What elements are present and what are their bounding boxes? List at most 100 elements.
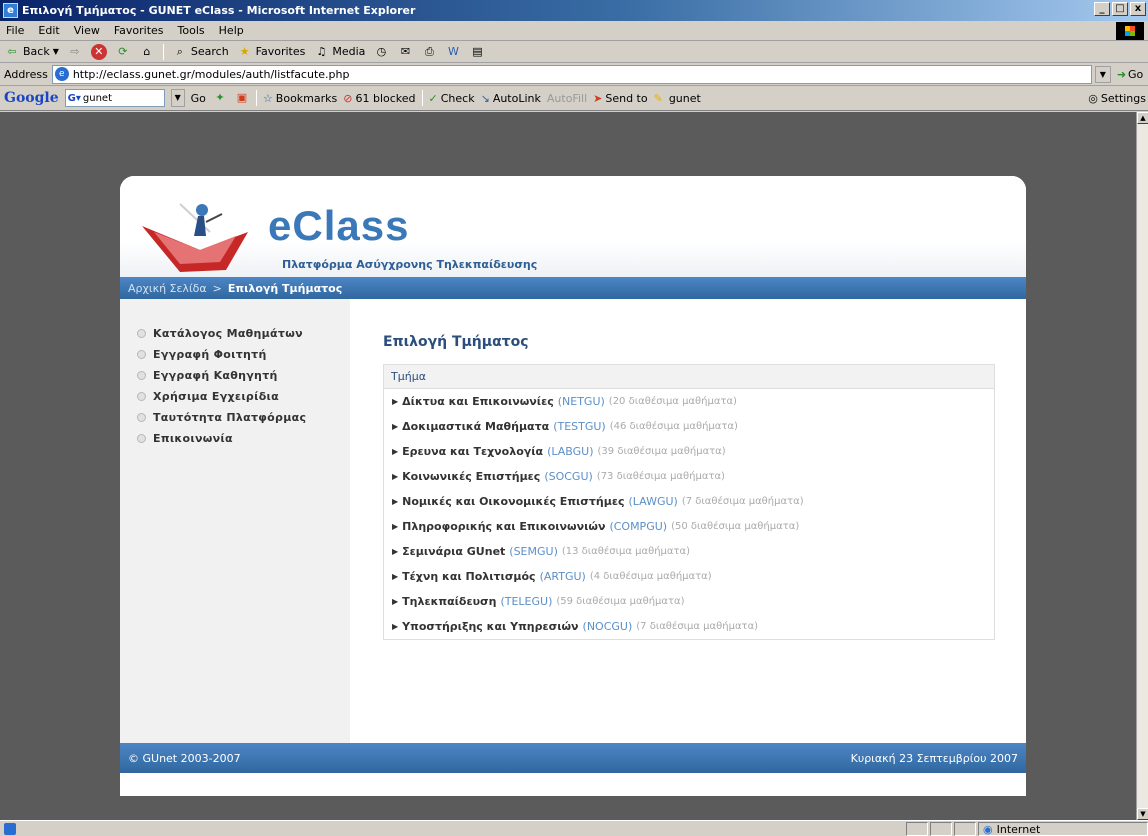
department-row[interactable]: ▶ Τηλεκπαίδευση (TELEGU) (59 διαθέσιμα μαθή… — [384, 589, 994, 614]
back-button[interactable]: ⇦ Back ▼ — [4, 44, 59, 60]
chevron-down-icon[interactable]: ▼ — [1094, 65, 1111, 83]
department-course-count: (13 διαθέσιμα μαθήματα) — [561, 546, 691, 557]
sidebar-item-manuals[interactable]: Χρήσιμα Εγχειρίδια — [120, 386, 350, 407]
department-row[interactable]: ▶ Δοκιμαστικά Μαθήματα (TESTGU) (46 διαθέσι… — [384, 414, 994, 439]
department-row[interactable]: ▶ Δίκτυα και Επικοινωνίες (NETGU) (20 διαθέ… — [384, 389, 994, 414]
blocked-icon: ⊘ — [343, 91, 353, 105]
highlight-icon[interactable]: ✎ — [654, 92, 663, 105]
settings-button[interactable]: ◎ Settings — [1088, 92, 1146, 105]
department-row[interactable]: ▶ Σεμινάρια GUnet (SEMGU) (13 διαθέσιμα μαθ… — [384, 539, 994, 564]
search-button[interactable]: ⌕ Search — [172, 44, 229, 60]
department-name-link[interactable]: Δίκτυα και Επικοινωνίες — [402, 395, 554, 408]
google-go-button[interactable]: Go — [191, 92, 206, 105]
sidebar-item-contact[interactable]: Επικοινωνία — [120, 428, 350, 449]
autofill-button[interactable]: AutoFill — [547, 92, 587, 105]
chevron-down-icon[interactable]: ▼ — [170, 89, 185, 107]
favorites-button[interactable]: ★ Favorites — [237, 44, 306, 60]
department-row[interactable]: ▶ Υποστήριξης και Υπηρεσιών (NOCGU) (7 διαθ… — [384, 614, 994, 639]
department-row[interactable]: ▶ Ερευνα και Τεχνολογία (LABGU) (39 διαθέσι… — [384, 439, 994, 464]
menu-tools[interactable]: Tools — [178, 24, 205, 37]
triangle-right-icon: ▶ — [392, 397, 399, 406]
pagerank-icon[interactable]: ✦ — [212, 90, 228, 106]
gunet-button[interactable]: gunet — [669, 92, 701, 105]
sidebar-item-platform-identity[interactable]: Ταυτότητα Πλατφόρμας — [120, 407, 350, 428]
department-name-link[interactable]: Τηλεκπαίδευση — [402, 595, 496, 608]
menu-help[interactable]: Help — [219, 24, 244, 37]
breadcrumb-home-link[interactable]: Αρχική Σελίδα — [128, 282, 207, 295]
department-name-link[interactable]: Πληροφορικής και Επικοινωνιών — [402, 520, 605, 533]
menu-view[interactable]: View — [74, 24, 100, 37]
forward-arrow-icon[interactable]: ⇨ — [67, 44, 83, 60]
status-cell — [906, 822, 928, 836]
windows-logo-icon — [1116, 22, 1144, 40]
bullet-icon — [137, 392, 146, 401]
settings-label: Settings — [1100, 91, 1146, 105]
department-name-link[interactable]: Ερευνα και Τεχνολογία — [402, 445, 543, 458]
back-arrow-icon: ⇦ — [7, 44, 17, 58]
department-row[interactable]: ▶ Νομικές και Οικονομικές Επιστήμες (LAWGU… — [384, 489, 994, 514]
department-row[interactable]: ▶ Κοινωνικές Επιστήμες (SOCGU) (73 διαθέσιμ… — [384, 464, 994, 489]
media-button[interactable]: ♫ Media — [313, 44, 365, 60]
autolink-button[interactable]: ↘ AutoLink — [481, 92, 541, 105]
table-header: Τμήμα — [384, 365, 994, 389]
news-icon[interactable]: ▣ — [234, 90, 250, 106]
department-row[interactable]: ▶ Τέχνη και Πολιτισμός (ARTGU) (4 διαθέσιμα… — [384, 564, 994, 589]
go-button[interactable]: ➜ Go — [1117, 68, 1143, 81]
stop-icon[interactable]: ✕ — [90, 43, 107, 60]
scroll-down-icon[interactable]: ▼ — [1137, 808, 1148, 820]
department-row[interactable]: ▶ Πληροφορικής και Επικοινωνιών (COMPGU) (5… — [384, 514, 994, 539]
department-name-link[interactable]: Νομικές και Οικονομικές Επιστήμες — [402, 495, 624, 508]
bookmarks-label: Bookmarks — [275, 91, 338, 105]
refresh-icon[interactable]: ⟳ — [115, 44, 131, 60]
window-controls: _ □ x — [1094, 2, 1146, 16]
main-content: Επιλογή Τμήματος Τμήμα ▶ Δίκτυα και Επικο… — [350, 299, 1026, 743]
department-name-link[interactable]: Υποστήριξης και Υπηρεσιών — [402, 620, 578, 633]
google-search-input[interactable]: G▾ gunet — [64, 89, 165, 107]
bullet-icon — [137, 371, 146, 380]
maximize-button[interactable]: □ — [1112, 2, 1128, 16]
google-logo[interactable]: Google — [4, 90, 59, 106]
footer-date: Κυριακή 23 Σεπτεμβρίου 2007 — [850, 751, 1018, 765]
favorites-star-icon: ★ — [239, 44, 250, 58]
address-input[interactable]: e http://eclass.gunet.gr/modules/auth/li… — [51, 64, 1092, 84]
edit-icon[interactable]: W — [445, 44, 461, 60]
mail-icon[interactable]: ✉ — [397, 44, 413, 60]
sidebar-item-professor-registration[interactable]: Εγγραφή Καθηγητή — [120, 365, 350, 386]
vertical-scrollbar[interactable]: ▲ ▼ — [1136, 112, 1148, 820]
department-name-link[interactable]: Τέχνη και Πολιτισμός — [402, 570, 535, 583]
history-icon[interactable]: ◷ — [373, 44, 389, 60]
close-button[interactable]: x — [1130, 2, 1146, 16]
home-icon[interactable]: ⌂ — [139, 44, 155, 60]
site-footer: © GUnet 2003-2007 Κυριακή 23 Σεπτεμβρίου… — [120, 743, 1026, 773]
autolink-label: AutoLink — [492, 91, 541, 105]
go-label: Go — [1128, 67, 1144, 81]
chevron-down-icon: ▼ — [52, 47, 59, 56]
eclass-page: eClass Πλατφόρμα Ασύγχρονης Τηλεκπαίδευσ… — [120, 176, 1026, 796]
print-icon[interactable]: ⎙ — [421, 44, 437, 60]
department-name-link[interactable]: Κοινωνικές Επιστήμες — [402, 470, 540, 483]
sidebar-item-student-registration[interactable]: Εγγραφή Φοιτητή — [120, 344, 350, 365]
menu-bar: File Edit View Favorites Tools Help — [0, 21, 1148, 41]
minimize-button[interactable]: _ — [1094, 2, 1110, 16]
bookmarks-button[interactable]: ☆ Bookmarks — [263, 92, 337, 105]
popup-blocker-button[interactable]: ⊘ 61 blocked — [343, 92, 415, 105]
sidebar-item-label: Ταυτότητα Πλατφόρμας — [153, 411, 307, 424]
copyright-text: © GUnet 2003-2007 — [128, 751, 241, 765]
menu-file[interactable]: File — [6, 24, 24, 37]
department-name-link[interactable]: Σεμινάρια GUnet — [402, 545, 505, 558]
department-name-link[interactable]: Δοκιμαστικά Μαθήματα — [402, 420, 549, 433]
menu-edit[interactable]: Edit — [38, 24, 59, 37]
menu-favorites[interactable]: Favorites — [114, 24, 164, 37]
spellcheck-button[interactable]: ✓ Check — [429, 92, 475, 105]
send-to-button[interactable]: ➤ Send to — [593, 92, 647, 105]
sidebar-item-label: Εγγραφή Καθηγητή — [153, 369, 278, 382]
address-bar: Address e http://eclass.gunet.gr/modules… — [0, 63, 1148, 86]
scroll-up-icon[interactable]: ▲ — [1137, 112, 1148, 124]
go-arrow-icon: ➜ — [1116, 67, 1127, 81]
send-to-label: Send to — [605, 91, 648, 105]
discuss-icon[interactable]: ▤ — [469, 44, 485, 60]
department-course-count: (4 διαθέσιμα μαθήματα) — [589, 571, 712, 582]
sidebar-item-course-catalog[interactable]: Κατάλογος Μαθημάτων — [120, 323, 350, 344]
department-table: Τμήμα ▶ Δίκτυα και Επικοινωνίες (NETGU) (20… — [383, 364, 995, 640]
security-zone: ◉ Internet — [978, 822, 1148, 836]
